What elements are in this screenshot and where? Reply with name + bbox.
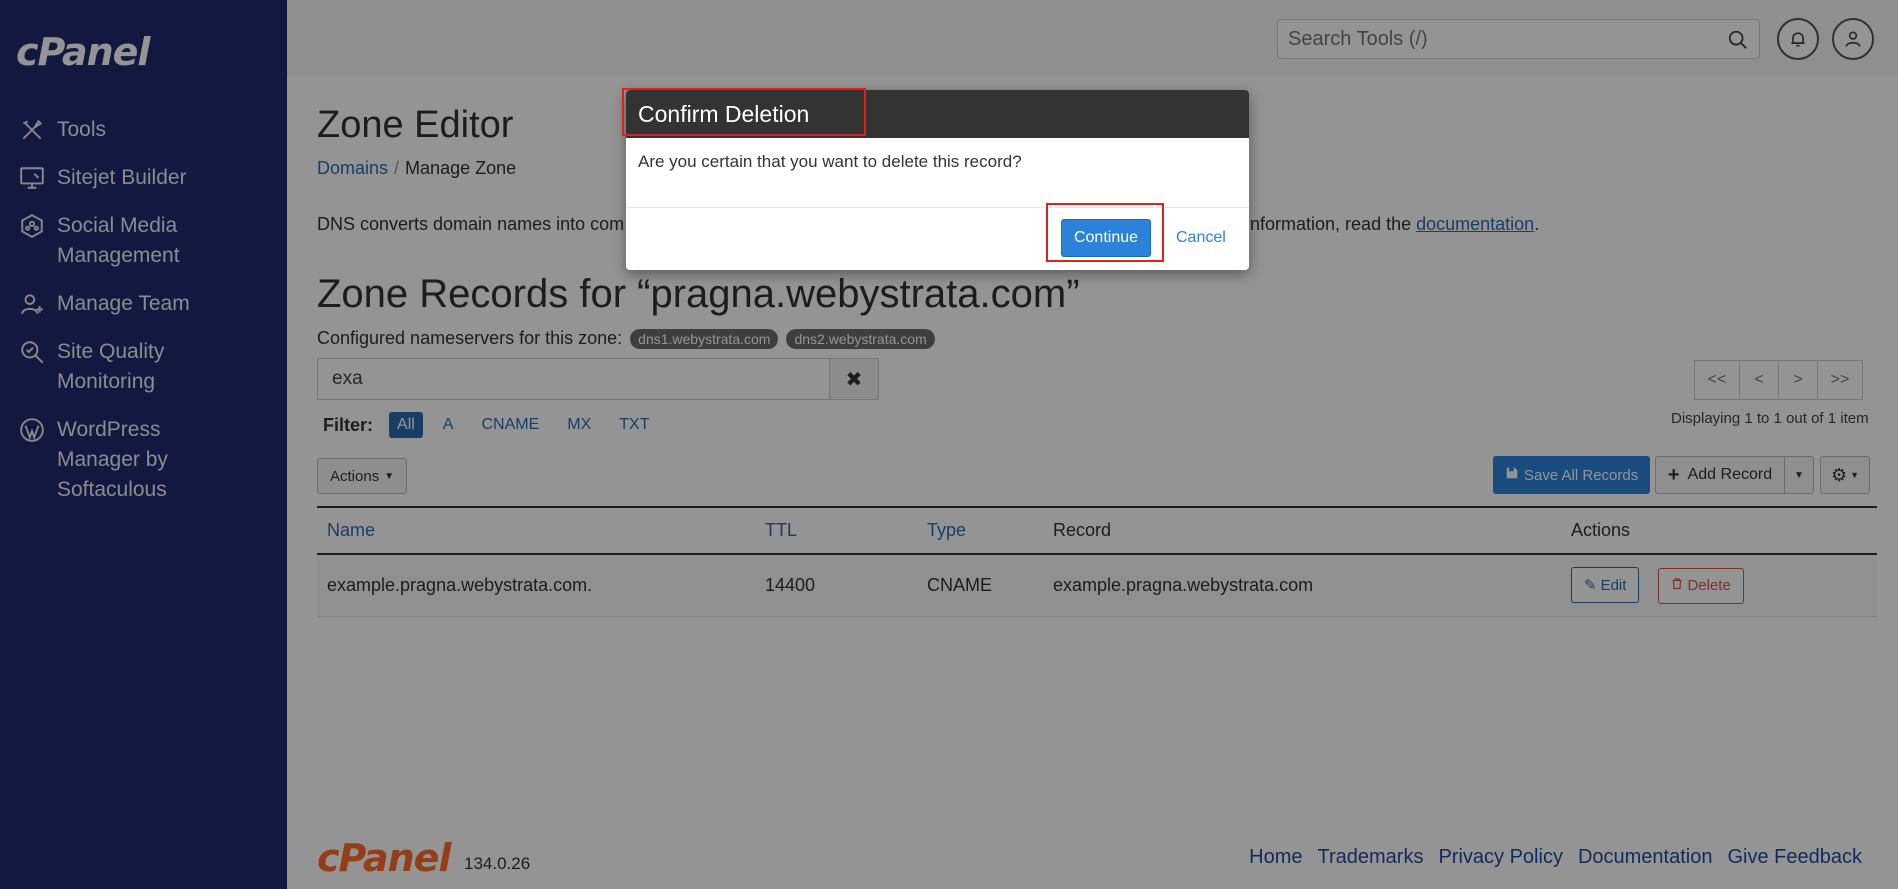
highlight-box-continue xyxy=(1046,203,1164,262)
cancel-link[interactable]: Cancel xyxy=(1176,229,1226,247)
highlight-box-title xyxy=(622,88,866,136)
dialog-message: Are you certain that you want to delete … xyxy=(626,138,1249,208)
